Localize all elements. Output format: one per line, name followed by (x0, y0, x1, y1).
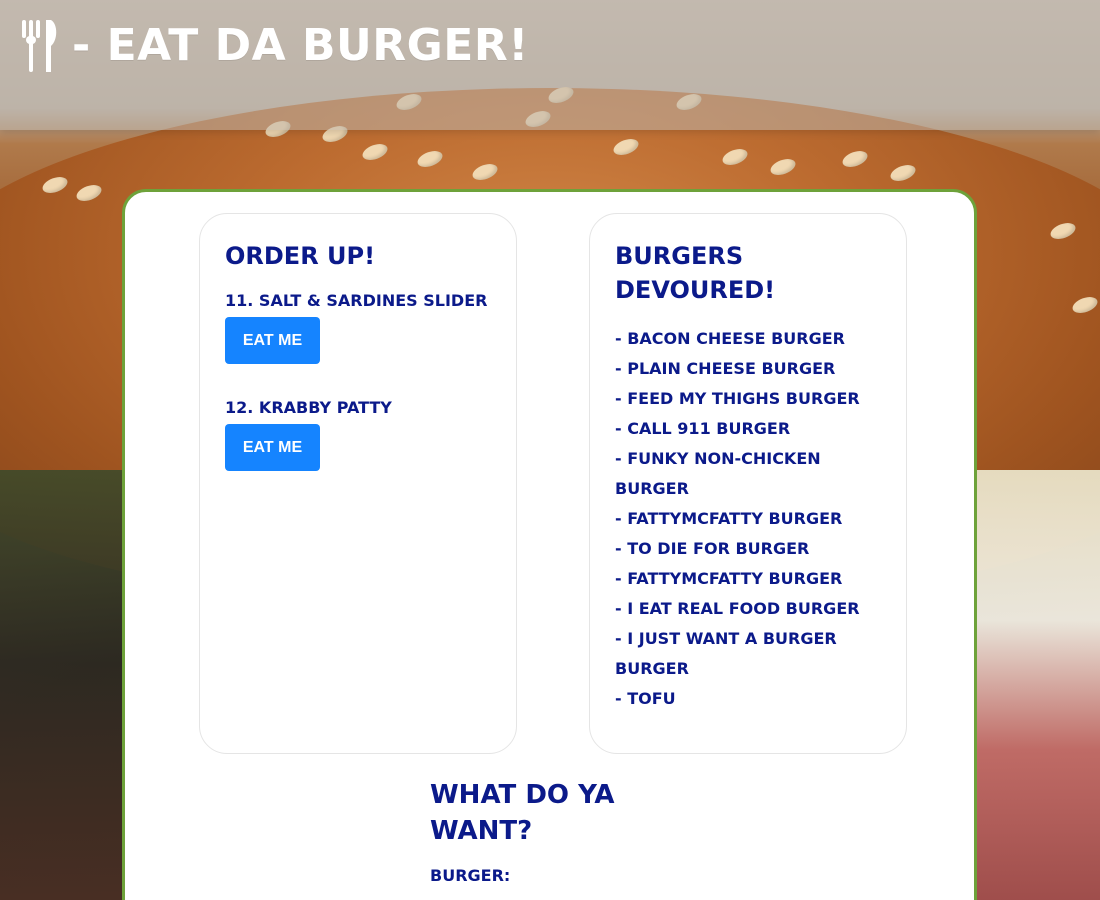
devoured-item: - FATTYMCFATTY BURGER (615, 509, 843, 528)
order-up-title: ORDER UP! (225, 242, 376, 270)
form-title: WHAT DO YA WANT? (430, 780, 615, 846)
devoured-item: - FATTYMCFATTY BURGER (615, 569, 843, 588)
devoured-item: - PLAIN CHEESE BURGER (615, 359, 836, 378)
order-item-label: 11. SALT & SARDINES SLIDER (225, 291, 488, 310)
burger-form: WHAT DO YA WANT? BURGER: (430, 777, 690, 900)
burger-label: BURGER: (430, 866, 511, 885)
burger-toppings (960, 470, 1100, 900)
order-item: 12. KRABBY PATTY EAT ME (225, 396, 491, 471)
devoured-card: BURGERS DEVOURED! - BACON CHEESE BURGER … (589, 213, 907, 754)
burger-dark-edge (0, 470, 130, 900)
devoured-item: - TO DIE FOR BURGER (615, 539, 810, 558)
order-up-card: ORDER UP! 11. SALT & SARDINES SLIDER EAT… (199, 213, 517, 754)
devoured-list: - BACON CHEESE BURGER - PLAIN CHEESE BUR… (615, 324, 881, 714)
devoured-item: - I JUST WANT A BURGER BURGER (615, 629, 837, 678)
devoured-item: - FUNKY NON-CHICKEN BURGER (615, 449, 821, 498)
devoured-title: BURGERS DEVOURED! (615, 242, 776, 304)
main-panel: ORDER UP! 11. SALT & SARDINES SLIDER EAT… (122, 189, 977, 900)
devoured-item: - TOFU (615, 689, 676, 708)
utensils-icon (18, 18, 62, 74)
site-header: - EAT DA BURGER! (0, 0, 1100, 130)
eat-me-button[interactable]: EAT ME (225, 317, 320, 364)
devoured-item: - FEED MY THIGHS BURGER (615, 389, 860, 408)
order-list: 11. SALT & SARDINES SLIDER EAT ME 12. KR… (225, 289, 491, 503)
devoured-item: - CALL 911 BURGER (615, 419, 791, 438)
order-item: 11. SALT & SARDINES SLIDER EAT ME (225, 289, 491, 364)
devoured-item: - I EAT REAL FOOD BURGER (615, 599, 860, 618)
brand[interactable]: - EAT DA BURGER! (18, 18, 529, 74)
eat-me-button[interactable]: EAT ME (225, 424, 320, 471)
site-title: - EAT DA BURGER! (72, 20, 529, 71)
devoured-item: - BACON CHEESE BURGER (615, 329, 845, 348)
order-item-label: 12. KRABBY PATTY (225, 398, 392, 417)
